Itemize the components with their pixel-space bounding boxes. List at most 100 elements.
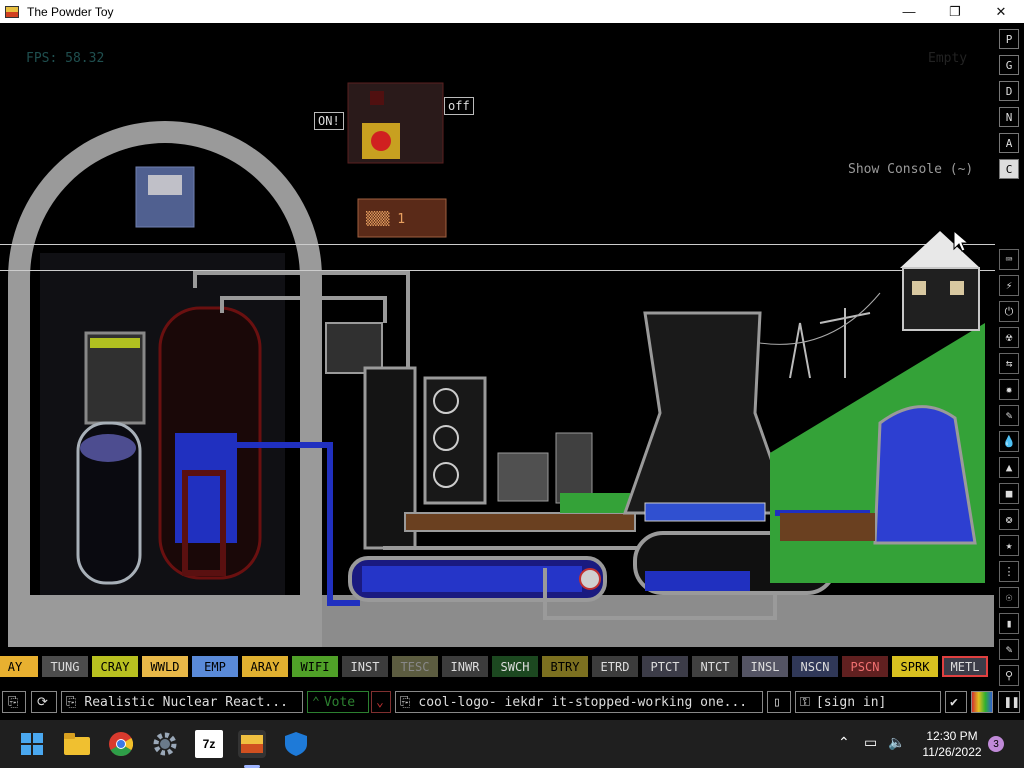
sidebar-air-button[interactable]: A [999, 133, 1019, 153]
switch-on-sign: ON! [314, 112, 344, 130]
element-button-pscn[interactable]: PSCN [842, 656, 888, 677]
house-roof [900, 231, 980, 268]
element-button-emp[interactable]: EMP [192, 656, 238, 677]
pause-icon[interactable]: ❚❚ [998, 691, 1020, 713]
right-sidebar: P G D N A C ⌨ ⚡ ⏻ ☢ ⇆ ✹ ✎ 💧 ▲ ■ ❂ ★ ⋮ ☉ … [995, 23, 1024, 688]
powders-category-icon[interactable]: ▲ [999, 457, 1019, 478]
ground-slab [322, 595, 994, 647]
solids-category-icon[interactable]: ■ [999, 483, 1019, 504]
network-icon[interactable]: ▭ [864, 734, 877, 751]
game-bottom-bar: ⎘ ⟳ ⎘ Realistic Nuclear React... ⌃ Vote … [0, 688, 1024, 717]
element-button-ay[interactable]: AY [0, 656, 38, 677]
clock-date: 11/26/2022 [922, 745, 982, 759]
element-button-btry[interactable]: BTRY [542, 656, 588, 677]
element-button-etrd[interactable]: ETRD [592, 656, 638, 677]
element-button-ntct[interactable]: NTCT [692, 656, 738, 677]
fps-counter: FPS: 58.32 [26, 51, 105, 66]
scan-line-top [0, 244, 995, 245]
sensors-category-icon[interactable]: ☢ [999, 327, 1019, 348]
notification-badge[interactable]: 3 [988, 736, 1004, 752]
power-category-icon[interactable]: ⏻ [999, 301, 1019, 322]
renderer-options-icon[interactable] [971, 691, 993, 713]
windows-security-icon[interactable] [282, 730, 310, 758]
new-simulation-icon[interactable]: ▯ [767, 691, 791, 713]
show-console-hint: Show Console (~) [848, 162, 974, 177]
element-button-tesc[interactable]: TESC [392, 656, 438, 677]
indicator-light [370, 91, 384, 105]
tags-button[interactable]: ⎘ cool-logo- iekdr it-stopped-working on… [395, 691, 763, 713]
liquids-category-icon[interactable]: 💧 [999, 431, 1019, 452]
scan-line-bottom [0, 270, 995, 271]
open-save-icon[interactable]: ⎘ [2, 691, 26, 713]
special-category-icon[interactable]: ★ [999, 535, 1019, 556]
scram-button[interactable] [371, 131, 391, 151]
simulation-scene: ▒▒▒ 1 [0, 82, 995, 647]
vote-down-icon[interactable]: ⌄ [371, 691, 391, 713]
thumbs-up-icon: ⌃ [312, 694, 320, 710]
transformer [497, 452, 549, 502]
reload-icon[interactable]: ⟳ [31, 691, 57, 713]
svg-text:▒▒▒ 1: ▒▒▒ 1 [366, 210, 405, 227]
volume-icon[interactable]: 🔈 [888, 734, 905, 751]
minimize-button[interactable]: — [886, 0, 932, 23]
explosives-category-icon[interactable]: ✹ [999, 379, 1019, 400]
element-button-wwld[interactable]: WWLD [142, 656, 188, 677]
element-button-swch[interactable]: SWCH [492, 656, 538, 677]
force-category-icon[interactable]: ⇆ [999, 353, 1019, 374]
sidebar-gravity-button[interactable]: G [999, 55, 1019, 75]
element-button-inst[interactable]: INST [342, 656, 388, 677]
element-button-inwr[interactable]: INWR [442, 656, 488, 677]
window-title-bar: The Powder Toy — ❐ ✕ [0, 0, 1024, 23]
close-button[interactable]: ✕ [978, 0, 1024, 23]
search-elements-icon[interactable]: ⌨ [999, 249, 1019, 270]
chrome-icon[interactable] [107, 730, 135, 758]
powder-toy-taskbar-icon[interactable] [238, 730, 266, 758]
electronics-category-icon[interactable]: ⚡ [999, 275, 1019, 296]
file-explorer-icon[interactable] [63, 730, 91, 758]
element-button-insl[interactable]: INSL [742, 656, 788, 677]
vote-up-button[interactable]: ⌃ Vote [307, 691, 369, 713]
element-button-aray[interactable]: ARAY [242, 656, 288, 677]
decoration-category-icon[interactable]: ✎ [999, 639, 1019, 660]
start-button[interactable] [18, 730, 46, 758]
sidebar-console-button[interactable]: C [999, 159, 1019, 179]
power-lines [789, 308, 871, 379]
house [902, 267, 980, 331]
tag-icon: ⎘ [400, 694, 411, 710]
7zip-icon[interactable]: 7z [195, 730, 223, 758]
element-bar: AY TUNG CRAY WWLD EMP ARAY WIFI INST TESC INWR SWC… [0, 653, 995, 680]
sign-in-button[interactable]: ⚿ [sign in] [795, 691, 941, 713]
clock-time: 12:30 PM [926, 729, 978, 743]
favorites-category-icon[interactable]: ▮ [999, 613, 1019, 634]
settings-gear-icon[interactable] [151, 730, 179, 758]
sidebar-open-browser-button[interactable]: P [999, 29, 1019, 49]
sidebar-newtonian-button[interactable]: N [999, 107, 1019, 127]
gases-category-icon[interactable]: ✎ [999, 405, 1019, 426]
chevron-up-icon[interactable]: ⌃ [838, 734, 850, 751]
simulation-canvas[interactable]: ▒▒▒ 1 FPS: 58.32 Empty Show Console (~) … [0, 23, 995, 653]
windows-logo-icon [21, 733, 43, 755]
maximize-button[interactable]: ❐ [932, 0, 978, 23]
key-icon: ⚿ [800, 694, 810, 710]
hover-element-label: Empty [928, 51, 968, 66]
element-button-tung[interactable]: TUNG [42, 656, 88, 677]
save-icon: ⎘ [66, 694, 77, 710]
element-button-cray[interactable]: CRAY [92, 656, 138, 677]
tools-category-icon[interactable]: ☉ [999, 587, 1019, 608]
save-title-button[interactable]: ⎘ Realistic Nuclear React... [61, 691, 303, 713]
platform [404, 512, 636, 532]
element-button-nscn[interactable]: NSCN [792, 656, 838, 677]
settings-icon[interactable]: ✔ [945, 691, 967, 713]
window-title: The Powder Toy [27, 4, 114, 19]
element-button-ptct[interactable]: PTCT [642, 656, 688, 677]
powder-toy-app-icon [5, 5, 19, 18]
game-of-life-category-icon[interactable]: ⋮ [999, 561, 1019, 582]
element-button-metl[interactable]: METL [942, 656, 988, 677]
zoom-icon[interactable]: ⚲ [999, 665, 1019, 686]
switch-off-sign: off [444, 97, 474, 115]
radioactive-category-icon[interactable]: ❂ [999, 509, 1019, 530]
element-button-wifi[interactable]: WIFI [292, 656, 338, 677]
taskbar-clock[interactable]: 12:30 PM 11/26/2022 [920, 728, 984, 760]
sidebar-draw-button[interactable]: D [999, 81, 1019, 101]
element-button-sprk[interactable]: SPRK [892, 656, 938, 677]
